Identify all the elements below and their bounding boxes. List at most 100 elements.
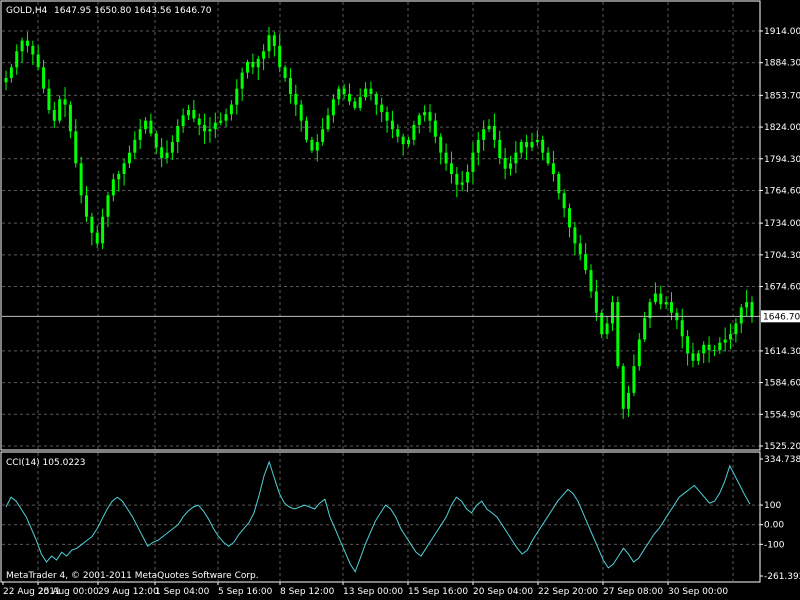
candle-body bbox=[154, 133, 158, 148]
candle-body bbox=[551, 163, 555, 175]
trading-chart[interactable]: 1914.00 1884.30 1853.70 1824.00 1794.30 1764.… bbox=[0, 0, 800, 600]
symbol-label: GOLD,H4 bbox=[6, 6, 48, 16]
candle-body bbox=[669, 302, 673, 313]
candle-body bbox=[691, 353, 695, 361]
candle-body bbox=[160, 147, 164, 159]
candle-body bbox=[25, 40, 29, 46]
candle-body bbox=[503, 158, 507, 169]
candle-body bbox=[653, 293, 657, 303]
candle-body bbox=[621, 366, 625, 409]
candle-body bbox=[610, 302, 614, 324]
candle-body bbox=[584, 254, 588, 271]
candle-body bbox=[466, 171, 470, 183]
time-tick-label: 30 Sep 00:00 bbox=[668, 587, 728, 597]
price-tick-label: 1764.60 bbox=[764, 186, 800, 196]
ohlc-values: 1647.95 1650.80 1643.56 1646.70 bbox=[54, 6, 212, 16]
candle-body bbox=[750, 302, 754, 318]
price-tick-label: 1614.30 bbox=[764, 347, 800, 357]
candle-body bbox=[63, 99, 67, 105]
candle-body bbox=[42, 67, 46, 89]
candle-body bbox=[321, 129, 325, 143]
candle-body bbox=[729, 334, 733, 340]
cci-tick-label: -261.392 bbox=[764, 572, 800, 582]
time-tick-label: 22 Sep 20:00 bbox=[538, 587, 598, 597]
candle-body bbox=[739, 307, 743, 324]
candle-body bbox=[444, 152, 448, 164]
candle-body bbox=[482, 129, 486, 140]
cci-tick-label: 334.7385 bbox=[764, 455, 800, 465]
candle-body bbox=[637, 339, 641, 367]
price-tick-label: 1734.00 bbox=[764, 219, 800, 229]
candle-body bbox=[428, 112, 432, 121]
candle-body bbox=[203, 124, 207, 132]
candle-body bbox=[127, 152, 131, 164]
candle-body bbox=[85, 195, 89, 217]
candle-body bbox=[390, 120, 394, 130]
candle-body bbox=[283, 67, 287, 78]
cci-tick-label: 0.00 bbox=[764, 521, 784, 531]
candle-body bbox=[111, 179, 115, 196]
candle-body bbox=[487, 125, 491, 130]
cci-tick-label: -100 bbox=[764, 540, 785, 550]
candle-body bbox=[31, 45, 35, 55]
candle-body bbox=[342, 88, 346, 94]
candle-body bbox=[423, 112, 427, 116]
candle-body bbox=[95, 232, 99, 244]
candle-body bbox=[417, 115, 421, 125]
candle-body bbox=[52, 109, 56, 121]
candle-body bbox=[58, 99, 62, 121]
candle-body bbox=[546, 152, 550, 164]
candle-body bbox=[407, 139, 411, 145]
time-tick-label: 13 Sep 00:00 bbox=[343, 587, 403, 597]
time-tick-label: 27 Sep 08:00 bbox=[603, 587, 663, 597]
candle-body bbox=[272, 35, 276, 46]
candle-body bbox=[385, 112, 389, 121]
candle-body bbox=[15, 51, 19, 68]
time-tick-label: 29 Aug 12:00 bbox=[98, 587, 159, 597]
candle-body bbox=[294, 93, 298, 105]
candle-body bbox=[364, 88, 368, 98]
cci-label: CCI(14) 105.0223 bbox=[6, 458, 86, 468]
time-tick-label: 20 Sep 04:00 bbox=[473, 587, 533, 597]
candle-body bbox=[696, 353, 700, 361]
candle-body bbox=[664, 302, 668, 305]
candle-body bbox=[401, 136, 405, 145]
candle-body bbox=[192, 109, 196, 119]
candle-body bbox=[745, 302, 749, 308]
candle-body bbox=[627, 392, 631, 409]
candle-body bbox=[449, 163, 453, 175]
price-tick-label: 1884.30 bbox=[764, 59, 800, 69]
time-tick-label: 1 Sep 04:00 bbox=[155, 587, 210, 597]
price-tick-label: 1914.00 bbox=[764, 27, 800, 37]
candle-body bbox=[347, 93, 351, 102]
candle-body bbox=[224, 114, 228, 121]
candle-body bbox=[117, 174, 121, 180]
candle-body bbox=[562, 193, 566, 209]
candle-body bbox=[208, 129, 212, 132]
candle-body bbox=[251, 61, 255, 68]
candle-body bbox=[181, 115, 185, 126]
candle-body bbox=[686, 336, 690, 354]
candle-body bbox=[557, 174, 561, 194]
candle-body bbox=[106, 195, 110, 217]
price-tick-label: 1794.30 bbox=[764, 155, 800, 165]
price-tick-label: 1853.70 bbox=[764, 91, 800, 101]
candle-body bbox=[256, 58, 260, 68]
candle-body bbox=[471, 152, 475, 172]
candle-body bbox=[535, 139, 539, 143]
candle-body bbox=[262, 51, 266, 59]
candle-body bbox=[519, 142, 523, 153]
candle-body bbox=[149, 120, 153, 134]
candle-body bbox=[310, 139, 314, 151]
candle-body bbox=[305, 120, 309, 140]
candle-body bbox=[439, 136, 443, 153]
candle-body bbox=[213, 122, 217, 130]
candle-body bbox=[702, 344, 706, 354]
candle-body bbox=[734, 323, 738, 335]
price-tick-label: 1525.20 bbox=[764, 442, 800, 452]
candle-body bbox=[659, 293, 663, 305]
price-tick-label: 1674.60 bbox=[764, 283, 800, 293]
candle-body bbox=[455, 174, 459, 185]
candle-body bbox=[353, 101, 357, 108]
cci-tick-label: 100 bbox=[764, 501, 781, 511]
